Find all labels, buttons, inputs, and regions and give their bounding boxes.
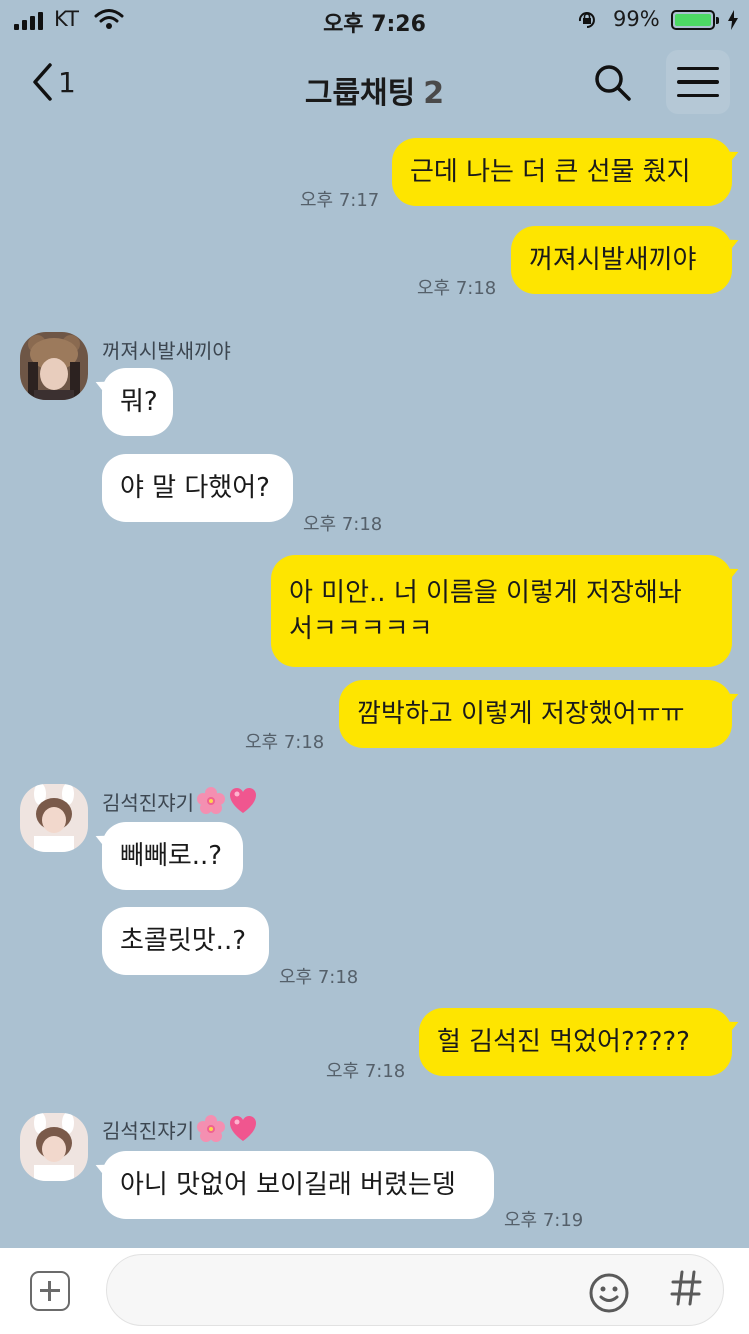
- battery-percent: 99%: [613, 7, 660, 31]
- status-bar: KT 오후 7:26 99%: [0, 0, 749, 40]
- chat-header: 1 그룹채팅 2: [0, 40, 749, 130]
- rotation-lock-icon: [578, 12, 595, 28]
- avatar[interactable]: [20, 332, 88, 400]
- message-bubble-incoming[interactable]: 초콜릿맛..?: [102, 907, 269, 975]
- message-time: 오후 7:18: [279, 967, 359, 988]
- message-bubble-incoming[interactable]: 뭐?: [102, 368, 173, 436]
- sender-name-text: 김석진쟈기: [102, 790, 194, 815]
- message-bubble-incoming[interactable]: 야 말 다했어?: [102, 454, 293, 522]
- message-bubble-outgoing[interactable]: 아 미안.. 너 이름을 이렇게 저장해놔 서ㅋㅋㅋㅋㅋ: [271, 555, 732, 667]
- message-time: 오후 7:17: [300, 190, 380, 211]
- member-count: 2: [423, 76, 445, 111]
- message-time: 오후 7:18: [303, 514, 383, 535]
- cherry-blossom-emoji: [197, 1115, 225, 1142]
- input-bar: [0, 1248, 749, 1334]
- message-bubble-incoming[interactable]: 아니 맛없어 보이길래 버렸는뎅: [102, 1151, 494, 1219]
- chat-title: 그룹채팅 2: [0, 68, 749, 112]
- message-bubble-incoming[interactable]: 빼빼로..?: [102, 822, 243, 890]
- search-icon[interactable]: [594, 64, 632, 102]
- message-time: 오후 7:19: [504, 1210, 584, 1231]
- battery-icon: [671, 10, 719, 30]
- cherry-blossom-emoji: [197, 787, 225, 814]
- message-bubble-outgoing[interactable]: 근데 나는 더 큰 선물 줬지: [392, 138, 732, 206]
- message-list[interactable]: 근데 나는 더 큰 선물 줬지 오후 7:17 꺼져시발새끼야 오후 7:18 …: [0, 130, 749, 1248]
- sender-name-text: 김석진쟈기: [102, 1118, 194, 1143]
- message-time: 오후 7:18: [245, 732, 325, 753]
- message-line: 아 미안.. 너 이름을 이렇게 저장해놔: [289, 578, 682, 608]
- message-input[interactable]: [106, 1254, 724, 1326]
- avatar[interactable]: [20, 1113, 88, 1181]
- emoji-icon[interactable]: [588, 1272, 630, 1314]
- avatar[interactable]: [20, 784, 88, 852]
- plus-icon[interactable]: [30, 1271, 70, 1311]
- message-bubble-outgoing[interactable]: 깜박하고 이렇게 저장했어ㅠㅠ: [339, 680, 732, 748]
- message-time: 오후 7:18: [417, 278, 497, 299]
- message-bubble-outgoing[interactable]: 헐 김석진 먹었어?????: [419, 1008, 732, 1076]
- sender-name: 꺼져시발새끼야: [102, 339, 231, 363]
- sender-name: 김석진쟈기: [102, 786, 258, 816]
- menu-icon[interactable]: [666, 50, 730, 114]
- charging-bolt-icon: [728, 10, 738, 30]
- pink-heart-emoji: [230, 1116, 256, 1141]
- message-time: 오후 7:18: [326, 1061, 406, 1082]
- sender-name: 김석진쟈기: [102, 1114, 258, 1144]
- chat-title-text: 그룹채팅: [304, 76, 416, 111]
- message-line: 서ㅋㅋㅋㅋㅋ: [289, 614, 433, 644]
- message-bubble-outgoing[interactable]: 꺼져시발새끼야: [511, 226, 732, 294]
- hashtag-icon[interactable]: [669, 1268, 703, 1308]
- pink-heart-emoji: [230, 788, 256, 813]
